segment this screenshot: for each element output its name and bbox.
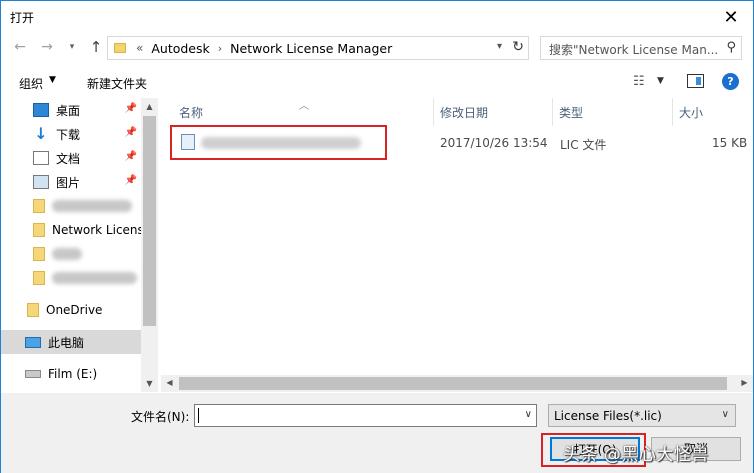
sidebar-item-label: 下载 xyxy=(56,127,81,142)
sidebar-item-label: 文档 xyxy=(56,151,81,166)
column-divider[interactable] xyxy=(552,98,553,126)
folder-icon xyxy=(33,199,45,213)
column-header-row: ︿ 名称 修改日期 类型 大小 xyxy=(161,98,753,126)
file-type-filter-value: License Files(*.lic) xyxy=(554,409,662,423)
pictures-icon xyxy=(33,175,49,189)
filename-label: 文件名(N): xyxy=(131,410,190,424)
sidebar-item-redacted-folder[interactable] xyxy=(1,242,141,266)
folder-icon xyxy=(114,43,126,53)
sidebar-item-redacted-folder[interactable] xyxy=(1,194,141,218)
search-box[interactable]: 搜索"Network License Man..." ⚲ xyxy=(540,36,742,60)
view-options-icon[interactable]: ☷ xyxy=(633,74,645,89)
navigation-bar: ← → ▾ ↑ « Autodesk › Network License Man… xyxy=(1,34,753,62)
file-modified: 2017/10/26 13:54 xyxy=(440,136,548,150)
sidebar-item-label: Network Licens xyxy=(52,223,141,237)
sidebar-item-label: 此电脑 xyxy=(48,335,85,350)
address-bar[interactable]: « Autodesk › Network License Manager ▾ ↻ xyxy=(107,36,529,60)
column-size[interactable]: 大小 xyxy=(679,104,703,121)
search-placeholder: 搜索"Network License Man..." xyxy=(549,43,717,57)
close-button[interactable]: ✕ xyxy=(713,3,749,31)
scroll-left-icon[interactable]: ◀ xyxy=(161,378,178,387)
sidebar-item-label: Film (E:) xyxy=(48,367,98,381)
address-overflow-icon[interactable]: « xyxy=(136,41,143,55)
up-arrow-icon[interactable]: ↑ xyxy=(87,38,105,56)
sidebar-item-redacted-folder[interactable] xyxy=(1,266,141,290)
folder-icon xyxy=(33,271,45,285)
column-type[interactable]: 类型 xyxy=(559,104,583,121)
column-name[interactable]: 名称 xyxy=(179,104,203,121)
back-arrow-icon[interactable]: ← xyxy=(11,38,29,56)
pin-icon: 📌 xyxy=(124,175,137,186)
sidebar-item-label: OneDrive xyxy=(46,303,103,317)
scrollbar-thumb[interactable] xyxy=(143,116,156,326)
file-list: ︿ 名称 修改日期 类型 大小 2017/10/26 13:54 LIC 文件 … xyxy=(161,98,753,392)
refresh-icon[interactable]: ↻ xyxy=(512,39,524,55)
breadcrumb-separator-icon: › xyxy=(217,41,223,55)
desktop-icon xyxy=(33,103,49,117)
bottom-panel: 文件名(N): ∨ License Files(*.lic) ∨ 打开(O) 取… xyxy=(1,393,753,473)
download-icon: ↓ xyxy=(34,124,48,143)
watermark-text: 头条 @黑心大怪兽 xyxy=(563,445,709,465)
sidebar-item-this-pc[interactable]: 此电脑 xyxy=(1,330,141,354)
folder-icon xyxy=(33,247,45,261)
sidebar-item-label: 图片 xyxy=(56,175,81,190)
organize-dropdown-icon[interactable]: ▼ xyxy=(49,75,56,85)
close-icon: ✕ xyxy=(723,6,739,28)
chevron-down-icon[interactable]: ∨ xyxy=(722,409,729,420)
scroll-down-icon[interactable]: ▼ xyxy=(141,379,158,388)
breadcrumb-autodesk[interactable]: Autodesk xyxy=(151,41,209,56)
sidebar-item-desktop[interactable]: 桌面 📌 xyxy=(1,98,141,122)
sort-ascending-icon: ︿ xyxy=(299,101,309,112)
command-toolbar: 组织 ▼ 新建文件夹 ☷ ▼ ? xyxy=(1,67,753,97)
file-type: LIC 文件 xyxy=(560,138,607,152)
sidebar-item-label: 桌面 xyxy=(56,103,81,118)
open-file-dialog: 打开 ✕ ← → ▾ ↑ « Autodesk › Network Licens… xyxy=(0,0,754,473)
pc-icon xyxy=(25,336,41,348)
sidebar-item-pictures[interactable]: 图片 📌 xyxy=(1,170,141,194)
folder-icon xyxy=(33,223,45,237)
sidebar-item-film-drive[interactable]: Film (E:) xyxy=(1,362,141,386)
file-size: 15 KB xyxy=(712,136,748,150)
window-title: 打开 xyxy=(10,11,35,25)
drive-icon xyxy=(25,370,41,378)
filename-dropdown-icon[interactable]: ∨ xyxy=(525,409,532,420)
sidebar-item-network-license[interactable]: Network Licens xyxy=(1,218,141,242)
breadcrumb-network-license-manager[interactable]: Network License Manager xyxy=(230,41,392,56)
column-divider[interactable] xyxy=(672,98,673,126)
sidebar-item-downloads[interactable]: ↓ 下载 📌 xyxy=(1,122,141,146)
new-folder-button[interactable]: 新建文件夹 xyxy=(87,75,147,92)
forward-arrow-icon[interactable]: → xyxy=(38,38,56,56)
horizontal-scrollbar[interactable]: ◀ ▶ xyxy=(161,375,753,392)
sidebar-item-onedrive[interactable]: OneDrive xyxy=(1,298,141,322)
navigation-pane: 桌面 📌 ↓ 下载 📌 文档 📌 图片 📌 Network Licens One… xyxy=(1,98,158,392)
organize-button[interactable]: 组织 xyxy=(19,75,43,92)
pin-icon: 📌 xyxy=(124,151,137,162)
folder-icon xyxy=(27,303,39,317)
document-icon xyxy=(33,151,49,165)
scroll-right-icon[interactable]: ▶ xyxy=(736,378,753,387)
scroll-up-icon[interactable]: ▲ xyxy=(141,102,158,111)
redacted-label xyxy=(52,272,137,284)
preview-pane-icon[interactable] xyxy=(687,74,704,88)
column-divider[interactable] xyxy=(433,98,434,126)
text-cursor xyxy=(198,408,199,423)
title-bar: 打开 ✕ xyxy=(1,1,753,32)
file-type-filter[interactable]: License Files(*.lic) ∨ xyxy=(548,404,736,427)
address-dropdown-icon[interactable]: ▾ xyxy=(497,41,502,52)
recent-locations-chevron-icon[interactable]: ▾ xyxy=(63,38,81,56)
help-icon[interactable]: ? xyxy=(722,73,739,90)
redacted-label xyxy=(52,200,132,212)
search-icon[interactable]: ⚲ xyxy=(726,40,736,55)
navigation-pane-scrollbar[interactable]: ▲ ▼ xyxy=(141,98,158,392)
column-date-modified[interactable]: 修改日期 xyxy=(440,104,488,121)
redacted-label xyxy=(52,248,82,260)
pin-icon: 📌 xyxy=(124,103,137,114)
pin-icon: 📌 xyxy=(124,127,137,138)
filename-input[interactable] xyxy=(195,405,515,426)
sidebar-item-documents[interactable]: 文档 📌 xyxy=(1,146,141,170)
view-dropdown-icon[interactable]: ▼ xyxy=(657,76,664,86)
highlight-box-file xyxy=(170,125,387,160)
scrollbar-thumb[interactable] xyxy=(179,377,727,390)
filename-field[interactable]: ∨ xyxy=(194,404,537,427)
